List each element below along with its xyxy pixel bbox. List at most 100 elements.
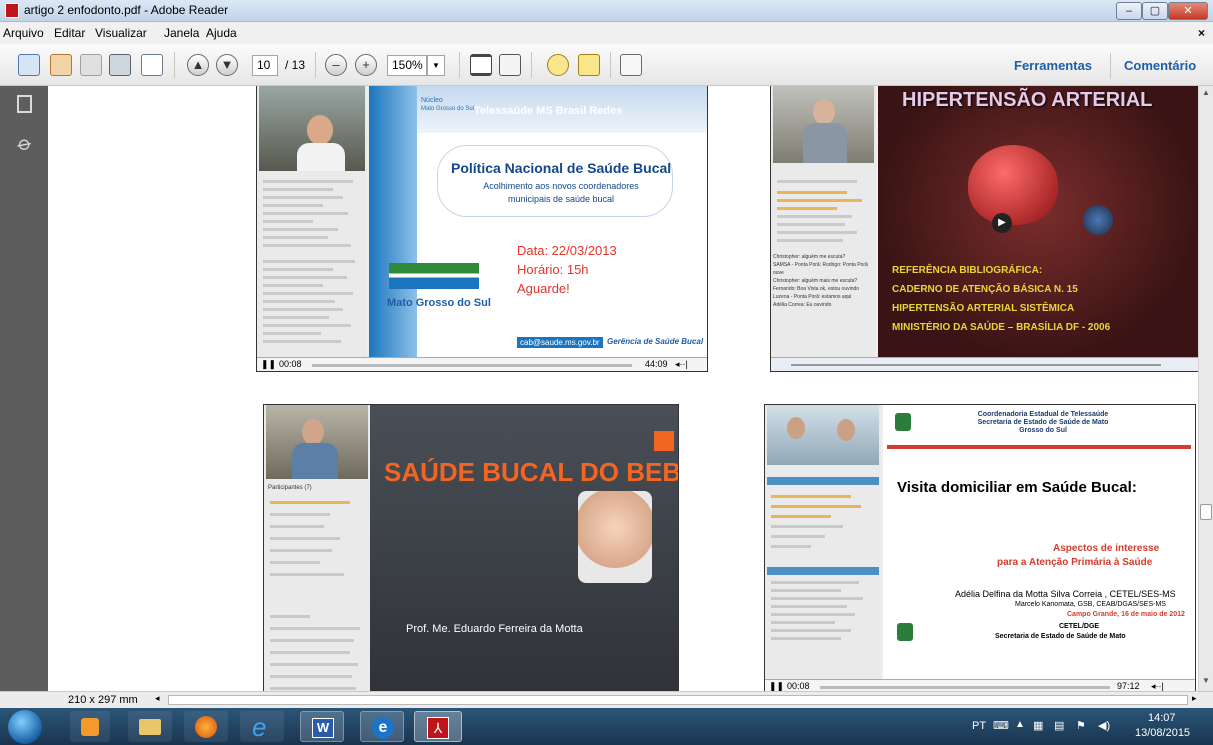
video-thumbnail (773, 86, 874, 163)
scroll-down-icon[interactable]: ▼ (1202, 676, 1210, 685)
menu-janela[interactable]: Janela (164, 26, 199, 40)
slide-subtitle: Aspectos de interesse (1053, 543, 1160, 554)
previous-page-icon[interactable]: ▲ (187, 54, 209, 76)
open-file-icon[interactable] (50, 54, 72, 76)
player-controls (771, 357, 1198, 371)
menu-ajuda[interactable]: Ajuda (206, 26, 237, 40)
slide-title: SAÚDE BUCAL DO BEBE (384, 457, 679, 487)
footer-line: Secretaria de Estado de Saúde de Mato (995, 633, 1126, 640)
menu-arquivo[interactable]: Arquivo (3, 26, 44, 40)
network-icon[interactable]: ⚑ (1076, 719, 1086, 732)
total-time: 97:12 (1117, 681, 1140, 691)
clock-time[interactable]: 14:07 (1148, 712, 1176, 724)
ms-flag-logo (389, 263, 479, 289)
scroll-thumb[interactable] (1200, 504, 1212, 520)
scroll-left-icon[interactable]: ◂ (155, 693, 160, 704)
header-line: Coordenadoria Estadual de Telessaúde (977, 411, 1109, 418)
volume-icon[interactable]: ◂··| (1151, 681, 1164, 691)
zoom-in-icon[interactable]: + (355, 54, 377, 76)
fit-page-icon[interactable] (470, 54, 492, 76)
fit-width-icon[interactable] (499, 54, 521, 76)
minimize-button[interactable]: – (1116, 2, 1142, 20)
scroll-right-icon[interactable]: ▸ (1192, 693, 1197, 704)
highlight-icon[interactable] (578, 54, 600, 76)
menu-visualizar[interactable]: Visualizar (95, 26, 147, 40)
play-pause-icon[interactable]: ❚❚ (769, 681, 784, 691)
video-play-icon[interactable]: ▶ (992, 213, 1012, 233)
email-icon[interactable] (141, 54, 163, 76)
menu-editar[interactable]: Editar (54, 26, 85, 40)
webinar-screenshot-3: Participantes (7) SAÚDE BUCAL DO BEBE Pr… (263, 404, 679, 691)
document-close-button[interactable]: × (1198, 26, 1205, 40)
volume-icon[interactable]: ◂··| (675, 359, 688, 370)
slide-coauthor: Marcelo Kanomata, GSB, CEAB/DGAS/SES-MS (1015, 601, 1166, 608)
create-pdf-icon[interactable] (18, 54, 40, 76)
seek-bar[interactable] (820, 686, 1110, 689)
comment-button[interactable]: Comentário (1124, 58, 1196, 73)
volume-icon[interactable]: ◀) (1098, 719, 1110, 732)
seek-bar[interactable] (791, 364, 1161, 366)
ms-logo-text: Mato Grosso do Sul (387, 297, 491, 309)
taskbar-adobe-reader[interactable]: ⅄ (414, 711, 462, 742)
document-view[interactable]: Núcleo Mato Grosso do Sul Telessaúde MS … (48, 86, 1198, 691)
reference-line: HIPERTENSÃO ARTERIAL SISTÊMICA (892, 303, 1075, 314)
coat-of-arms-icon (895, 413, 911, 431)
zoom-out-icon[interactable]: – (325, 54, 347, 76)
sticky-note-icon[interactable] (547, 54, 569, 76)
slide-title: Política Nacional de Saúde Bucal (451, 160, 672, 176)
show-hidden-icons[interactable]: ▲ (1015, 719, 1025, 730)
slide-footer: Gerência de Saúde Bucal (607, 337, 704, 346)
participants-header: Participantes (7) (268, 485, 312, 491)
page-thumbnails-icon[interactable] (17, 95, 32, 113)
player-controls: ❚❚ 00:08 44:09 ◂··| (257, 357, 707, 371)
device-icon[interactable]: ▤ (1054, 719, 1064, 732)
zoom-level-input[interactable]: 150% (387, 55, 427, 76)
print-icon[interactable] (109, 54, 131, 76)
org-subname: Mato Grosso do Sul (421, 106, 475, 112)
horizontal-scrollbar[interactable] (168, 695, 1188, 705)
chat-log: Christopher: alguém me escuta? SAMSA - P… (773, 254, 868, 308)
vertical-scrollbar[interactable]: ▲ ▼ (1198, 86, 1213, 691)
zoom-dropdown-icon[interactable]: ▼ (427, 55, 445, 76)
header-line: Grosso do Sul (1019, 427, 1067, 434)
attachments-icon[interactable]: ⌀ (13, 130, 37, 157)
webinar-screenshot-2: Christopher: alguém me escuta? SAMSA - P… (770, 86, 1198, 372)
page-number-input[interactable]: 10 (252, 55, 278, 76)
reference-line: MINISTÉRIO DA SAÚDE – BRASÍLIA DF - 2006 (892, 322, 1111, 333)
slide-date: Data: 22/03/2013 (517, 243, 617, 258)
webinar-side-panel: Participantes (7) (264, 405, 370, 691)
save-icon[interactable] (80, 54, 102, 76)
status-bar: 210 x 297 mm ◂ ▸ (0, 691, 1213, 708)
heart-illustration (968, 145, 1058, 225)
taskbar-media-player[interactable] (70, 711, 110, 742)
taskbar-firefox[interactable] (184, 711, 228, 742)
scroll-up-icon[interactable]: ▲ (1202, 88, 1210, 97)
org-name: Núcleo (421, 97, 443, 104)
taskbar-word[interactable]: W (300, 711, 344, 742)
close-button[interactable]: ✕ (1168, 2, 1208, 20)
total-time: 44:09 (645, 359, 668, 369)
clock-date[interactable]: 13/08/2015 (1135, 727, 1190, 739)
play-pause-icon[interactable]: ❚❚ (261, 359, 276, 370)
coat-of-arms-icon (897, 623, 913, 641)
keyboard-icon[interactable]: ⌨ (993, 719, 1009, 732)
title-bar: artigo 2 enfodonto.pdf - Adobe Reader – … (0, 0, 1213, 22)
tools-button[interactable]: Ferramentas (1014, 58, 1092, 73)
toolbar: ▲ ▼ 10 / 13 – + 150% ▼ Ferramentas Comen… (0, 44, 1213, 86)
maximize-button[interactable]: ▢ (1142, 2, 1168, 20)
webinar-screenshot-4: Coordenadoria Estadual de Telessaúde Sec… (764, 404, 1196, 691)
taskbar-file-explorer[interactable] (128, 711, 172, 742)
taskbar-edge[interactable]: e (360, 711, 404, 742)
next-page-icon[interactable]: ▼ (216, 54, 238, 76)
full-screen-icon[interactable] (620, 54, 642, 76)
language-indicator[interactable]: PT (972, 720, 986, 732)
slide-author: Adélia Delfina da Motta Silva Correia , … (955, 589, 1176, 599)
start-button[interactable] (8, 710, 42, 744)
slide-politica-nacional: Núcleo Mato Grosso do Sul Telessaúde MS … (369, 86, 707, 359)
slide-place-date: Campo Grande, 16 de maio de 2012 (1067, 611, 1185, 618)
taskbar-internet-explorer[interactable]: e (240, 711, 284, 742)
seek-bar[interactable] (312, 364, 632, 367)
video-thumbnail (259, 86, 365, 171)
windows-flag-icon[interactable]: ▦ (1033, 719, 1043, 732)
slide-hipertensao: HIPERTENSÃO ARTERIAL ▶ REFERÊNCIA BIBLIO… (878, 86, 1198, 359)
